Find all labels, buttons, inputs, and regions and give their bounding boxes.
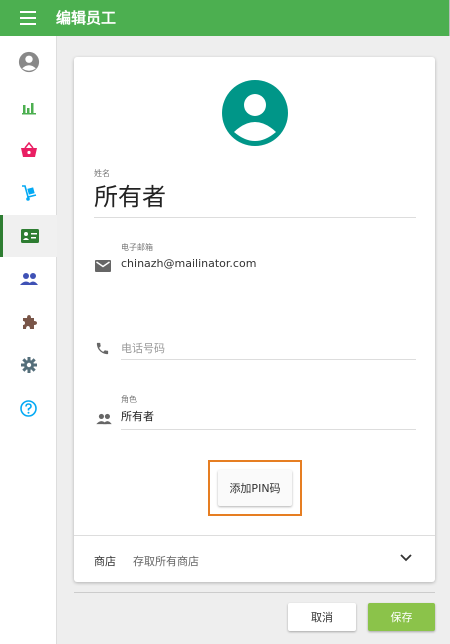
store-divider — [74, 535, 435, 536]
sidebar-item-reports[interactable] — [0, 86, 57, 128]
name-field[interactable]: 所有者 — [94, 182, 166, 212]
sidebar-item-employees[interactable] — [0, 215, 57, 257]
cancel-button[interactable]: 取消 — [288, 603, 356, 631]
email-field[interactable]: chinazh@mailinator.com — [121, 257, 256, 270]
email-label: 电子邮箱 — [121, 243, 153, 252]
chevron-down-icon[interactable] — [400, 554, 412, 562]
help-icon — [20, 399, 37, 417]
employee-avatar-icon[interactable] — [222, 80, 288, 146]
puzzle-icon — [22, 315, 37, 329]
sidebar-item-customers[interactable] — [0, 258, 57, 300]
settings-icon — [20, 357, 37, 373]
phone-divider — [121, 359, 416, 360]
hamburger-menu-icon[interactable] — [20, 11, 36, 25]
name-label: 姓名 — [94, 169, 110, 178]
people-icon — [19, 273, 38, 285]
role-people-icon — [96, 413, 112, 425]
account-circle-icon — [18, 51, 39, 73]
footer-divider — [74, 592, 435, 593]
phone-icon — [96, 342, 109, 355]
employee-card-icon — [21, 229, 39, 243]
sidebar-item-settings[interactable] — [0, 344, 57, 386]
sidebar — [0, 36, 57, 644]
app-bar: 编辑员工 — [0, 0, 450, 36]
name-divider — [94, 217, 416, 218]
page-title: 编辑员工 — [56, 9, 117, 27]
role-label: 角色 — [121, 395, 137, 404]
sidebar-item-help[interactable] — [0, 387, 57, 429]
sidebar-item-integrations[interactable] — [0, 301, 57, 343]
sidebar-item-sales[interactable] — [0, 129, 57, 171]
sidebar-item-account[interactable] — [0, 41, 57, 83]
role-select[interactable]: 所有者 — [121, 408, 154, 424]
store-label: 商店 — [94, 555, 116, 568]
role-divider — [121, 429, 416, 430]
sidebar-item-inventory[interactable] — [0, 172, 57, 214]
store-access-value[interactable]: 存取所有商店 — [133, 553, 199, 569]
bar-chart-icon — [21, 103, 36, 115]
add-pin-button[interactable]: 添加PIN码 — [218, 470, 292, 506]
save-button[interactable]: 保存 — [368, 603, 435, 631]
dolly-icon — [21, 185, 36, 201]
employee-form-card: 姓名 所有者 电子邮箱 chinazh@mailinator.com 电话号码 … — [74, 57, 435, 582]
phone-field[interactable]: 电话号码 — [121, 340, 165, 356]
email-icon — [95, 260, 111, 272]
shopping-basket-icon — [20, 142, 37, 157]
